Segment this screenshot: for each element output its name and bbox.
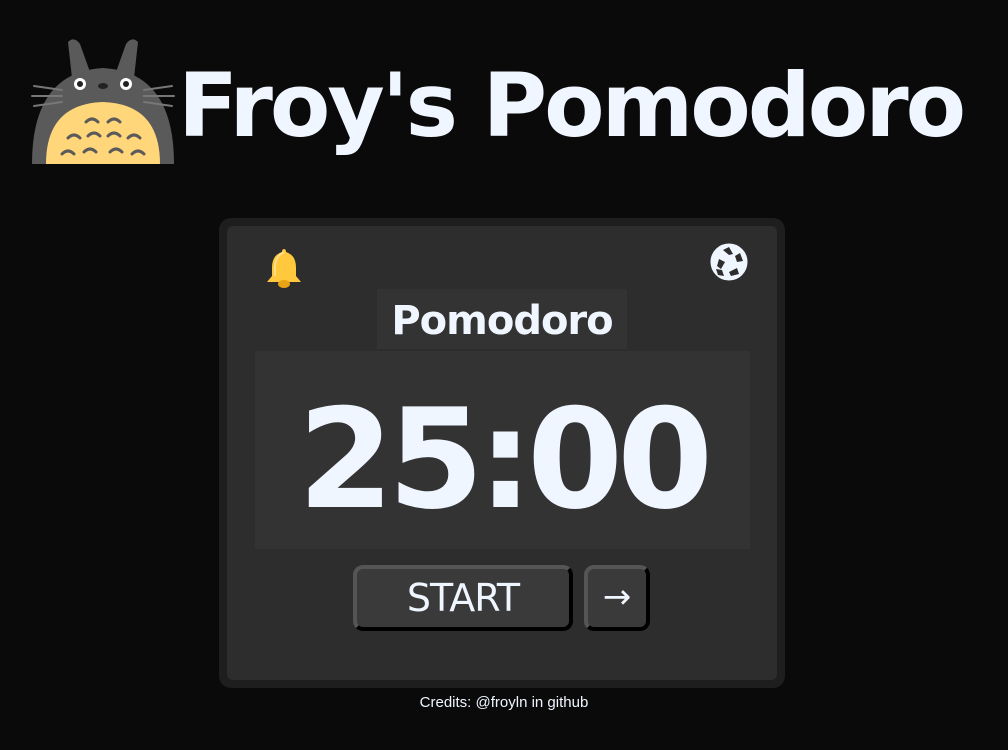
header: Froy's Pomodoro <box>24 28 994 168</box>
mode-label: Pomodoro <box>377 289 627 349</box>
bell-icon[interactable] <box>263 246 305 290</box>
totoro-icon <box>31 39 175 164</box>
start-button[interactable]: START <box>353 565 573 631</box>
page-title: Froy's Pomodoro <box>178 54 966 157</box>
timer-card: Pomodoro 25:00 START → <box>219 218 785 688</box>
timer-display: 25:00 <box>255 351 750 549</box>
recycle-icon[interactable] <box>709 242 749 282</box>
timer-value: 25:00 <box>297 379 713 540</box>
timer-card-inner: Pomodoro 25:00 START → <box>227 226 777 680</box>
page: Froy's Pomodoro Pomodoro 25:00 START → C… <box>0 0 1008 750</box>
credits-text: Credits: @froyln in github <box>419 694 589 711</box>
next-button[interactable]: → <box>584 565 650 631</box>
